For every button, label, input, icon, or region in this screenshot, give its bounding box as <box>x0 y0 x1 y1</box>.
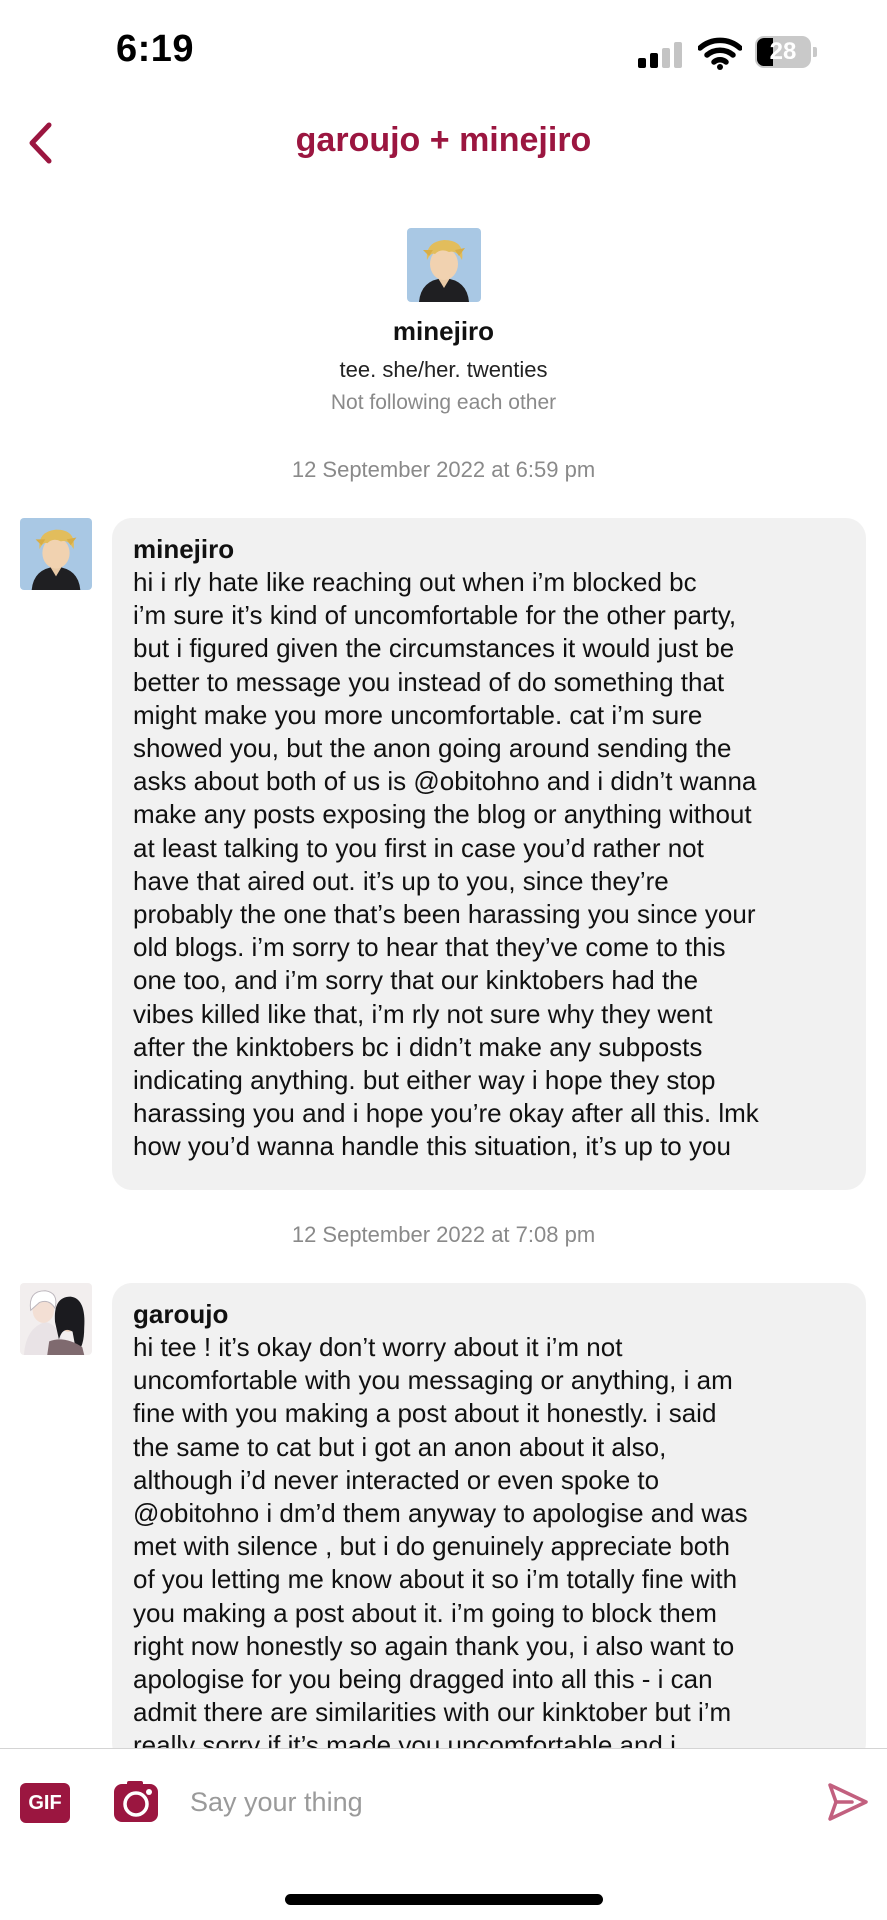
profile-name[interactable]: minejiro <box>0 316 887 347</box>
sender-avatar-minejiro[interactable] <box>20 518 92 590</box>
profile-avatar[interactable] <box>406 228 481 302</box>
battery-level: 28 <box>769 38 797 65</box>
message-timestamp: 12 September 2022 at 7:08 pm <box>291 1222 596 1247</box>
wifi-icon <box>698 37 742 70</box>
gif-button[interactable]: GIF <box>20 1783 70 1823</box>
message-bubble[interactable]: garoujo hi tee ! it’s okay don’t worry a… <box>112 1283 866 1763</box>
message-text: hi i rly hate like reaching out when i’m… <box>133 567 759 1162</box>
conversation-title: garoujo + minejiro <box>295 121 592 159</box>
message-composer: GIF <box>0 1748 887 1850</box>
battery-icon: 28 <box>755 36 817 68</box>
home-indicator[interactable] <box>285 1894 603 1905</box>
message-timestamp: 12 September 2022 at 6:59 pm <box>291 457 596 482</box>
camera-icon[interactable] <box>113 1780 159 1824</box>
sender-avatar-garoujo[interactable] <box>20 1283 92 1355</box>
message-bubble[interactable]: minejiro hi i rly hate like reaching out… <box>112 518 866 1190</box>
send-icon[interactable] <box>826 1781 870 1823</box>
message-sender: minejiro <box>133 534 235 564</box>
follow-status: Not following each other <box>330 391 557 414</box>
status-bar: 6:19 28 <box>0 0 887 105</box>
recipient-profile: minejiro tee. she/her. twenties Not foll… <box>0 228 887 415</box>
status-time: 6:19 <box>116 28 195 70</box>
cellular-signal-icon <box>638 42 684 68</box>
message-text: hi tee ! it’s okay don’t worry about it … <box>133 1332 748 1761</box>
message-sender: garoujo <box>133 1299 229 1329</box>
conversation-header: garoujo + minejiro <box>0 105 887 180</box>
profile-bio: tee. she/her. twenties <box>339 357 548 382</box>
message-input[interactable] <box>190 1777 790 1827</box>
